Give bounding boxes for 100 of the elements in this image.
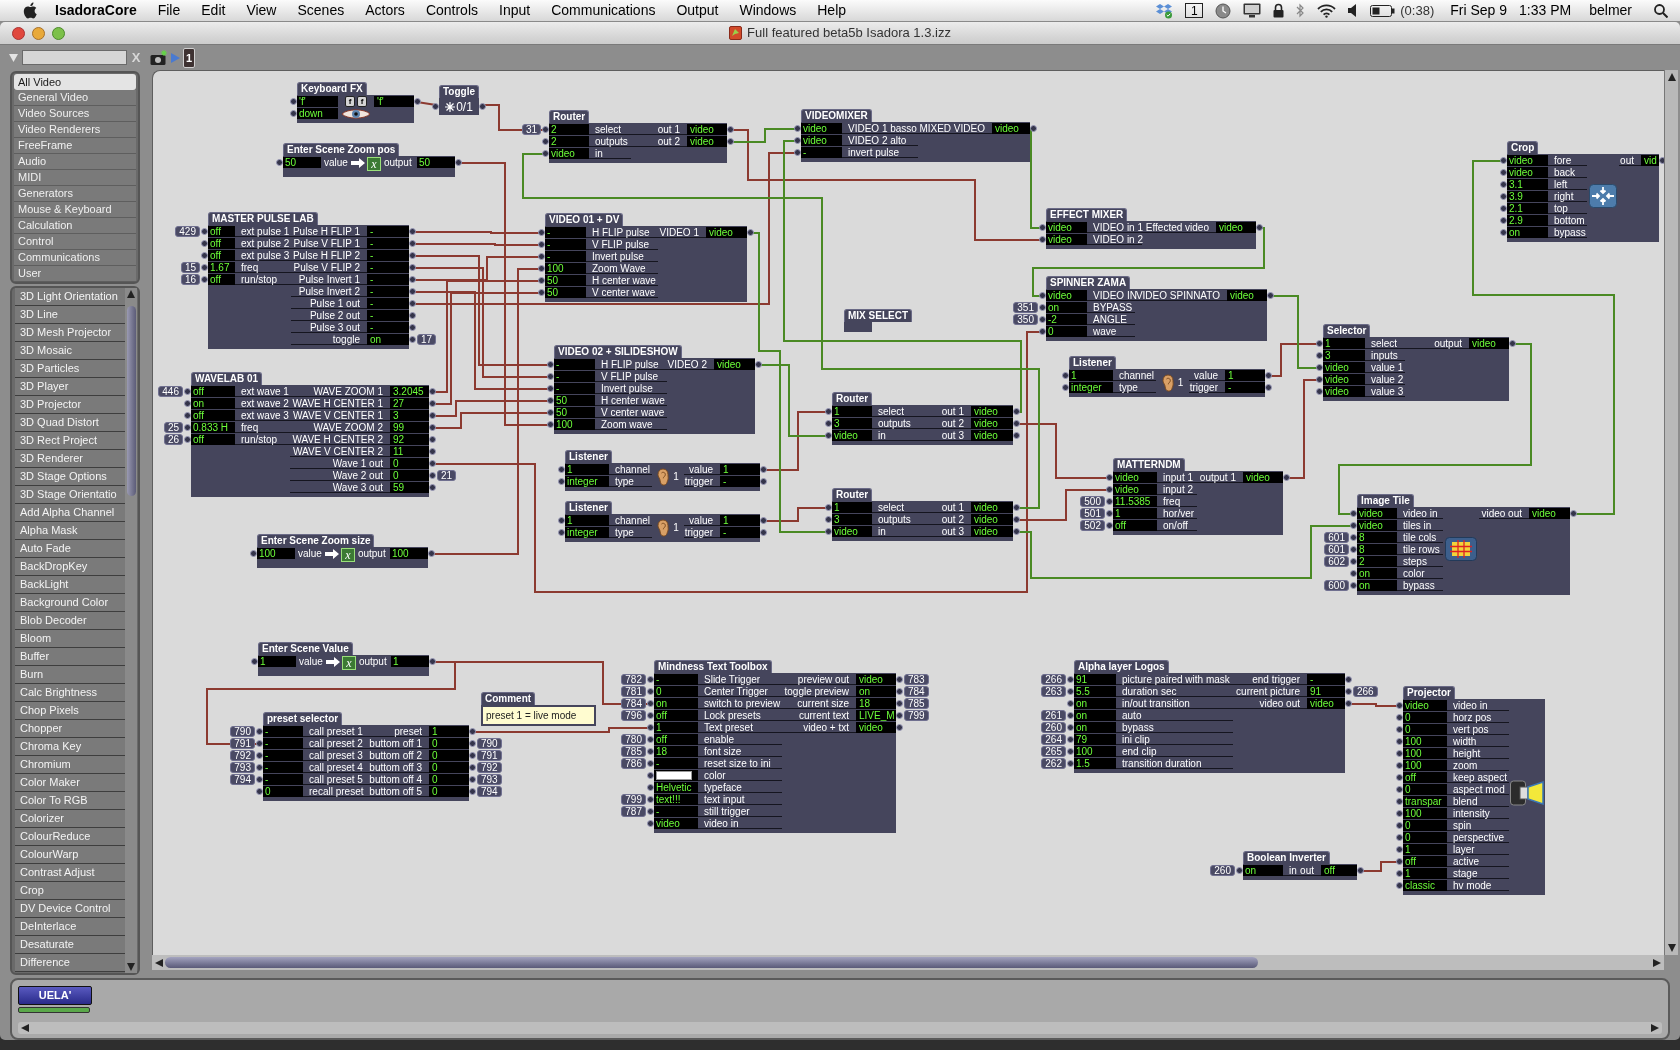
outlet-icon[interactable]: [1509, 340, 1516, 347]
value-field[interactable]: video: [1403, 700, 1447, 711]
actor-list-item[interactable]: 3D Player: [15, 378, 125, 396]
actor-list-item[interactable]: 3D Rect Project: [15, 432, 125, 450]
value-field[interactable]: 1.5: [1074, 758, 1116, 769]
wifi-icon[interactable]: [1317, 3, 1337, 18]
value-field[interactable]: transpar: [1403, 796, 1447, 807]
search-field[interactable]: [22, 50, 127, 65]
category-item[interactable]: User: [14, 266, 136, 282]
actor-list-item[interactable]: Chroma Key: [15, 738, 125, 756]
value-field[interactable]: -: [263, 738, 303, 749]
apple-logo-icon[interactable]: [23, 2, 37, 19]
scroll-up-icon[interactable]: [127, 290, 135, 298]
box-icon[interactable]: [1156, 2, 1174, 19]
category-item[interactable]: FreeFrame: [14, 138, 136, 154]
actor-list-item[interactable]: Crop: [15, 882, 125, 900]
menu-time[interactable]: 1:33 PM: [1519, 0, 1572, 21]
category-item[interactable]: Control: [14, 234, 136, 250]
actor-list-item[interactable]: Desaturate: [15, 936, 125, 954]
actor-list-item[interactable]: Contrast Adjust: [15, 864, 125, 882]
scrollbar-track[interactable]: [18, 1022, 1662, 1034]
scroll-down-icon[interactable]: [127, 963, 135, 971]
value-field[interactable]: 0: [1403, 712, 1447, 723]
category-item[interactable]: All Video: [14, 74, 136, 90]
value-field[interactable]: off: [191, 410, 235, 421]
value-field[interactable]: video: [1357, 520, 1397, 531]
value-field[interactable]: 50: [545, 275, 586, 286]
value-field[interactable]: -: [654, 674, 698, 685]
value-field[interactable]: video: [1046, 290, 1087, 301]
value-field[interactable]: on: [1507, 227, 1548, 238]
value-field[interactable]: -: [545, 239, 586, 250]
speaker-icon[interactable]: [1348, 4, 1359, 17]
value-field[interactable]: on: [1243, 865, 1283, 876]
display-icon[interactable]: [1243, 3, 1262, 18]
menu-item[interactable]: Input: [499, 0, 531, 21]
actor-list-item[interactable]: BackLight: [15, 576, 125, 594]
menu-item[interactable]: Help: [817, 0, 847, 21]
outlet-icon[interactable]: [1283, 474, 1290, 481]
value-field[interactable]: video: [801, 123, 842, 134]
actor-list-item[interactable]: 3D Mosaic: [15, 342, 125, 360]
value-field[interactable]: off: [208, 274, 235, 285]
actor-list-item[interactable]: 3D Quad Distort: [15, 414, 125, 432]
value-field[interactable]: 100: [1403, 748, 1447, 759]
scrollbar-thumb[interactable]: [126, 306, 136, 496]
scroll-right-icon[interactable]: [1653, 958, 1661, 967]
menu-item[interactable]: Edit: [201, 0, 226, 21]
menu-item[interactable]: File: [157, 0, 181, 21]
actor-list-item[interactable]: Blob Decoder: [15, 612, 125, 630]
value-field[interactable]: 0: [1403, 784, 1447, 795]
value-field[interactable]: 1: [258, 656, 296, 667]
scrollbar-track[interactable]: [1664, 70, 1678, 955]
value-field[interactable]: off: [654, 734, 698, 745]
value-field[interactable]: 8: [1357, 532, 1397, 543]
value-field[interactable]: 0: [1046, 326, 1087, 337]
bluetooth-icon[interactable]: [1296, 3, 1306, 18]
value-field[interactable]: off: [208, 238, 235, 249]
value-field[interactable]: 11.5385: [1113, 496, 1157, 507]
value-field[interactable]: -: [545, 251, 586, 262]
lock-icon[interactable]: [1273, 3, 1285, 18]
actor-list-item[interactable]: Color Maker: [15, 774, 125, 792]
outlet-icon[interactable]: [1570, 510, 1577, 517]
outlet-icon[interactable]: [455, 159, 462, 166]
value-field[interactable]: 100: [545, 263, 586, 274]
actor-list-item[interactable]: DV Device Control: [15, 900, 125, 918]
value-field[interactable]: text!!!: [654, 794, 698, 805]
value-field[interactable]: video: [1507, 155, 1548, 166]
value-field[interactable]: 2: [549, 136, 589, 147]
value-field[interactable]: video: [654, 818, 698, 829]
value-field[interactable]: off: [191, 434, 235, 445]
value-field[interactable]: integer: [565, 527, 609, 538]
value-field[interactable]: 0: [1403, 820, 1447, 831]
category-item[interactable]: MIDI: [14, 170, 136, 186]
value-field[interactable]: -: [263, 726, 303, 737]
value-field[interactable]: off: [208, 226, 235, 237]
outlet-icon[interactable]: [1267, 292, 1274, 299]
outlet-icon[interactable]: [414, 98, 421, 105]
actor-list-item[interactable]: Chop Pixels: [15, 702, 125, 720]
value-field[interactable]: integer: [1069, 382, 1113, 393]
triangle-icon[interactable]: [9, 53, 18, 62]
outlet-icon[interactable]: [1256, 224, 1263, 231]
scroll-left-icon[interactable]: [21, 1024, 29, 1032]
value-field[interactable]: 1: [1403, 844, 1447, 855]
value-field[interactable]: 50: [283, 157, 321, 168]
patch-canvas[interactable]: [152, 70, 1664, 955]
outlet-icon[interactable]: [1030, 125, 1037, 132]
search-icon[interactable]: [1654, 3, 1668, 18]
actor-list-item[interactable]: 3D Mesh Projector: [15, 324, 125, 342]
outlet-icon[interactable]: [747, 229, 754, 236]
value-field[interactable]: -: [263, 774, 303, 785]
value-field[interactable]: Helvetic: [654, 782, 698, 793]
clock-icon[interactable]: [1215, 2, 1232, 19]
actor-list-item[interactable]: Chopper: [15, 720, 125, 738]
value-field[interactable]: video: [832, 526, 872, 537]
actor-list-item[interactable]: 3D Line: [15, 306, 125, 324]
value-field[interactable]: 0: [1403, 724, 1447, 735]
app-menu[interactable]: IsadoraCore: [55, 0, 137, 21]
actor-list-item[interactable]: 3D Projector: [15, 396, 125, 414]
value-field[interactable]: 50: [554, 395, 595, 406]
menu-item[interactable]: Actors: [365, 0, 405, 21]
value-field[interactable]: video: [1046, 222, 1087, 233]
